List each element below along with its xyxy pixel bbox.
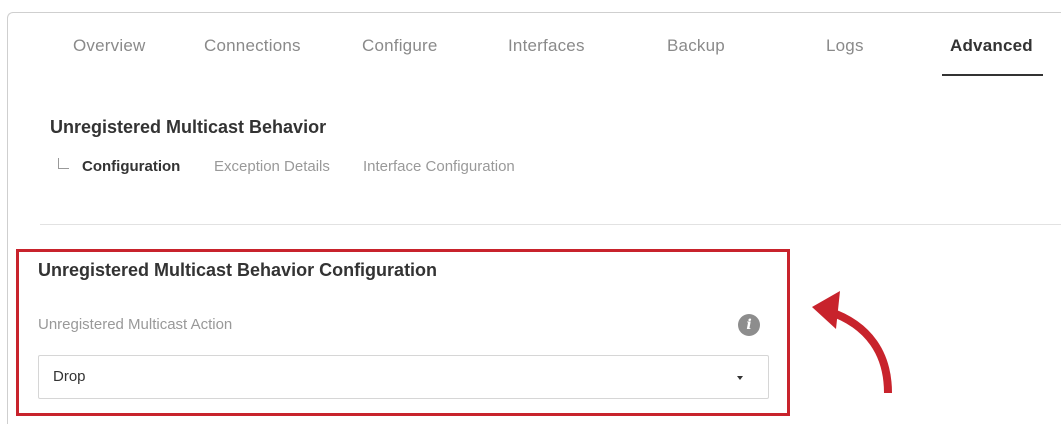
tab-advanced[interactable]: Advanced [950, 36, 1033, 56]
arrow-shaft [826, 307, 892, 394]
field-label-unregistered-multicast-action: Unregistered Multicast Action [38, 316, 233, 333]
caret-down-icon [737, 376, 743, 380]
tab-bar: Overview Connections Configure Interface… [0, 36, 1061, 64]
tab-backup[interactable]: Backup [667, 36, 725, 56]
info-icon[interactable]: i [738, 314, 760, 336]
divider [40, 224, 1061, 225]
section-title: Unregistered Multicast Behavior [50, 117, 327, 137]
active-tab-indicator [942, 74, 1043, 76]
unregistered-multicast-action-select[interactable]: Drop [38, 355, 769, 399]
subnav-exception-details[interactable]: Exception Details [214, 158, 330, 175]
tab-configure[interactable]: Configure [362, 36, 438, 56]
tab-connections[interactable]: Connections [204, 36, 301, 56]
arrow-head [812, 291, 840, 329]
annotation-arrow-icon [812, 291, 892, 394]
subnav-configuration[interactable]: Configuration [82, 158, 180, 175]
tab-overview[interactable]: Overview [73, 36, 145, 56]
tree-elbow-icon [58, 158, 69, 169]
card-title: Unregistered Multicast Behavior Configur… [38, 260, 438, 280]
select-value: Drop [53, 368, 86, 385]
tab-interfaces[interactable]: Interfaces [508, 36, 585, 56]
tab-logs[interactable]: Logs [826, 36, 864, 56]
subnav-interface-configuration[interactable]: Interface Configuration [363, 158, 515, 175]
